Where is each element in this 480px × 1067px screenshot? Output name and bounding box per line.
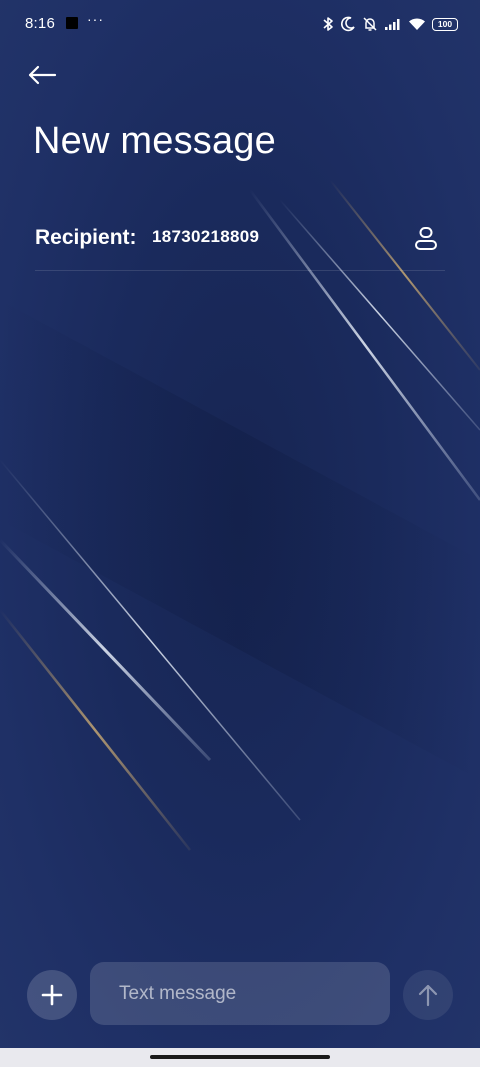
status-bar: 8:16 ··· 100 (0, 0, 480, 48)
message-field[interactable] (90, 962, 390, 1025)
arrow-up-icon (418, 984, 438, 1007)
add-attachment-button[interactable] (27, 970, 77, 1020)
bluetooth-icon (323, 17, 333, 31)
moon-icon (341, 16, 355, 32)
arrow-left-icon (28, 65, 57, 85)
composer-bar (0, 960, 480, 1026)
send-button[interactable] (403, 970, 453, 1020)
back-button[interactable] (22, 58, 62, 92)
bell-off-icon (363, 17, 377, 31)
more-notifications-icon: ··· (87, 11, 104, 27)
navigation-bar (0, 1048, 480, 1067)
recipient-row: Recipient: 18730218809 (35, 216, 445, 271)
status-icons: 100 (322, 14, 458, 34)
battery-icon: 100 (432, 17, 458, 31)
wifi-icon (409, 18, 425, 30)
plus-icon (41, 984, 63, 1006)
recipient-label: Recipient: (35, 226, 137, 249)
person-icon (415, 227, 437, 250)
page-title: New message (33, 120, 276, 162)
battery-level: 100 (437, 18, 453, 29)
status-time: 8:16 (25, 15, 55, 32)
home-indicator[interactable] (150, 1055, 330, 1059)
contact-picker-button[interactable] (409, 222, 443, 256)
notification-icon (66, 17, 78, 29)
recipient-input[interactable]: 18730218809 (152, 227, 259, 247)
message-input[interactable] (117, 981, 390, 1006)
signal-icon (385, 19, 400, 30)
